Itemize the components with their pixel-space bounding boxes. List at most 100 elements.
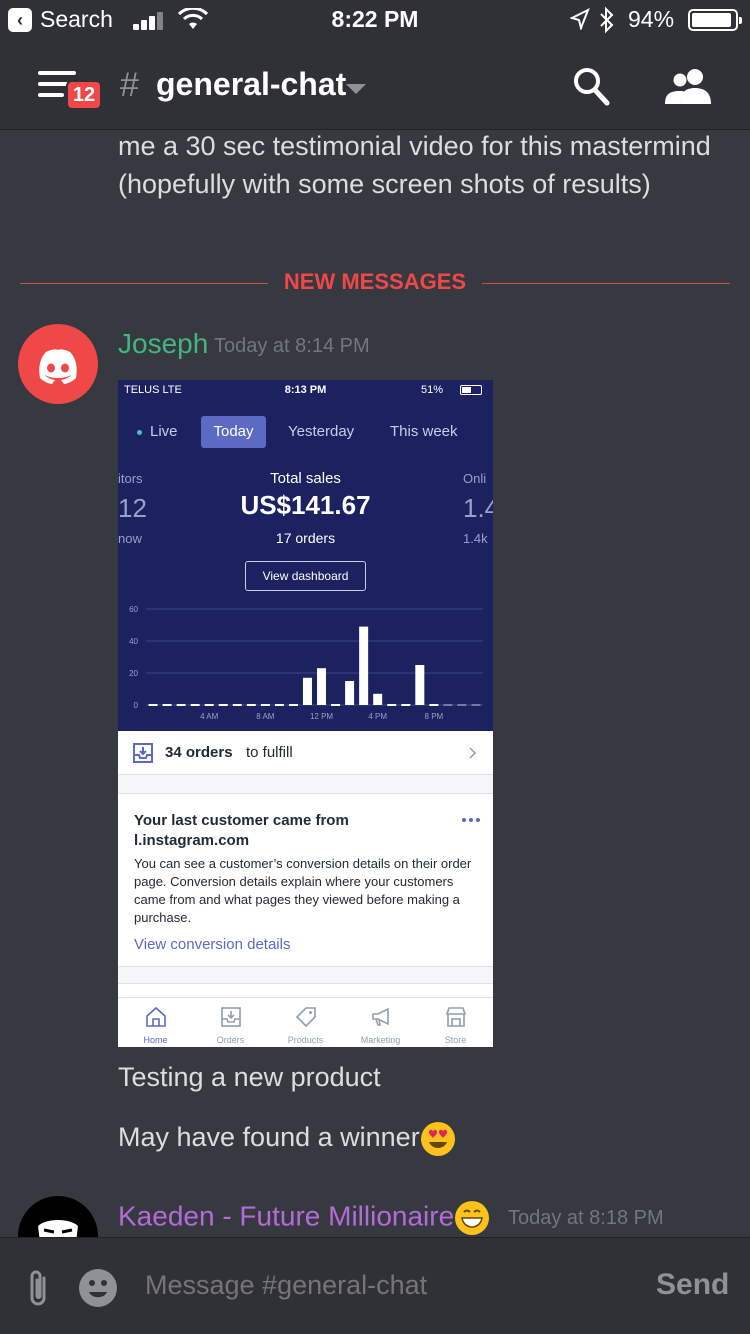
fulfill-orders-row[interactable]: 34 orders to fulfill	[118, 731, 493, 775]
battery-percent: 94%	[628, 6, 675, 32]
view-conversion-details-link[interactable]: View conversion details	[134, 936, 290, 953]
message-text-with-emoji: May have found a winner	[118, 1121, 456, 1157]
embedded-battery-percent: 51%	[421, 384, 444, 396]
fulfill-label: to fulfill	[246, 744, 293, 761]
more-options-icon[interactable]	[462, 818, 482, 822]
y-tick-label: 40	[129, 637, 138, 646]
message-author[interactable]: Kaeden - Future Millionaire	[118, 1200, 454, 1231]
message-timestamp: Today at 8:14 PM	[214, 335, 370, 357]
chart-bar	[443, 704, 453, 706]
channel-header: 12 # general-chat	[0, 40, 750, 130]
tab-this-week[interactable]: This week	[390, 416, 458, 448]
chart-bar	[387, 704, 397, 706]
chart-bar	[359, 626, 369, 705]
orders-icon	[221, 1007, 241, 1027]
sales-bar-chart: 0 20 40 60 4 AM 8 AM 12 PM 4 PM 8 PM	[129, 605, 483, 721]
divider-line-left	[20, 283, 268, 284]
embedded-status-bar: TELUS LTE 8:13 PM 51%	[118, 380, 493, 400]
tab-today[interactable]: Today	[201, 416, 266, 448]
bluetooth-icon	[600, 6, 614, 34]
chart-bar	[246, 704, 256, 706]
message-continued-text: me a 30 sec testimonial video for this m…	[118, 131, 711, 199]
channel-title[interactable]: general-chat	[156, 66, 346, 103]
y-tick-label: 20	[129, 669, 138, 678]
heart-eyes-emoji-icon	[420, 1122, 455, 1156]
store-icon	[445, 1007, 467, 1027]
divider-line-right	[482, 283, 730, 284]
chart-bar	[232, 704, 242, 706]
chart-bar	[176, 704, 186, 706]
status-bar: ‹ Search 8:22 PM 94%	[0, 0, 750, 40]
inbox-icon	[133, 743, 153, 763]
chart-bar	[429, 704, 439, 706]
grinning-emoji-icon	[455, 1201, 490, 1235]
tabbar-marketing[interactable]: Marketing	[343, 998, 418, 1047]
x-tick-label: 12 PM	[310, 712, 333, 721]
total-sales-label: Total sales	[270, 470, 341, 487]
card-title: Your last customer came from l.instagram…	[134, 812, 349, 849]
chart-bar	[274, 704, 284, 706]
discord-logo-icon	[39, 349, 77, 384]
chart-bar	[401, 704, 411, 706]
chart-bar	[345, 681, 355, 705]
chart-bar	[204, 704, 214, 706]
message-author[interactable]: Joseph	[118, 328, 208, 360]
channel-hash-icon: #	[120, 66, 139, 104]
chart-bar	[317, 668, 327, 705]
tabbar-marketing-label: Marketing	[360, 1035, 401, 1045]
chart-bar	[148, 704, 158, 706]
new-messages-divider: NEW MESSAGES	[283, 269, 467, 294]
chart-bar	[190, 704, 200, 706]
tag-icon	[295, 1007, 316, 1028]
embedded-battery-icon	[460, 385, 482, 395]
attachment-image[interactable]: TELUS LTE 8:13 PM 51% Live Today Yesterd…	[118, 380, 493, 1047]
message-composer: Send	[0, 1237, 750, 1334]
tab-yesterday[interactable]: Yesterday	[288, 416, 354, 448]
x-tick-label: 8 AM	[256, 712, 275, 721]
period-tabs: Live Today Yesterday This week	[118, 416, 493, 448]
customer-source-card: Your last customer came from l.instagram…	[118, 793, 493, 967]
fulfill-count: 34 orders	[165, 744, 233, 761]
y-tick-label: 0	[134, 701, 139, 710]
paperclip-icon[interactable]	[24, 1268, 54, 1310]
message-author-row: Kaeden - Future Millionaire	[118, 1200, 490, 1236]
tabbar-products-label: Products	[287, 1035, 324, 1045]
search-icon[interactable]	[572, 66, 610, 106]
home-icon	[146, 1006, 166, 1027]
chart-bar	[288, 704, 298, 706]
view-dashboard-button[interactable]: View dashboard	[245, 561, 366, 591]
message-text: May have found a winner	[118, 1122, 420, 1153]
chart-bar	[471, 704, 481, 706]
live-dot-icon	[137, 430, 142, 435]
tabbar-products[interactable]: Products	[268, 998, 343, 1047]
chart-bar	[331, 704, 341, 706]
tab-live[interactable]: Live	[150, 416, 178, 448]
members-icon[interactable]	[664, 68, 712, 104]
message-timestamp: Today at 8:18 PM	[508, 1207, 664, 1229]
message-input[interactable]	[145, 1270, 615, 1301]
notification-badge: 12	[66, 80, 102, 110]
avatar[interactable]	[18, 324, 98, 404]
chart-bar	[373, 693, 383, 705]
tabbar-store-label: Store	[444, 1035, 467, 1045]
chevron-down-icon[interactable]	[346, 84, 366, 94]
message-text: Testing a new product	[118, 1062, 381, 1092]
orders-count-text: 17 orders	[275, 530, 336, 546]
x-tick-label: 8 PM	[425, 712, 444, 721]
chart-bar	[457, 704, 467, 706]
chart-bar	[415, 665, 425, 705]
chart-bar	[302, 677, 312, 705]
total-sales-value: US$141.67	[240, 490, 371, 520]
x-tick-label: 4 PM	[368, 712, 387, 721]
tabbar-store[interactable]: Store	[418, 998, 493, 1047]
megaphone-icon	[372, 1007, 389, 1026]
x-tick-label: 4 AM	[200, 712, 219, 721]
chevron-right-icon	[469, 747, 477, 759]
tabbar-orders[interactable]: Orders	[193, 998, 268, 1047]
tabbar-home-label: Home	[143, 1035, 168, 1045]
tabbar-home[interactable]: Home	[118, 998, 193, 1047]
y-tick-label: 60	[129, 605, 138, 614]
chart-bar	[162, 704, 172, 706]
emoji-picker-icon[interactable]	[78, 1268, 118, 1308]
send-button[interactable]: Send	[656, 1268, 729, 1302]
